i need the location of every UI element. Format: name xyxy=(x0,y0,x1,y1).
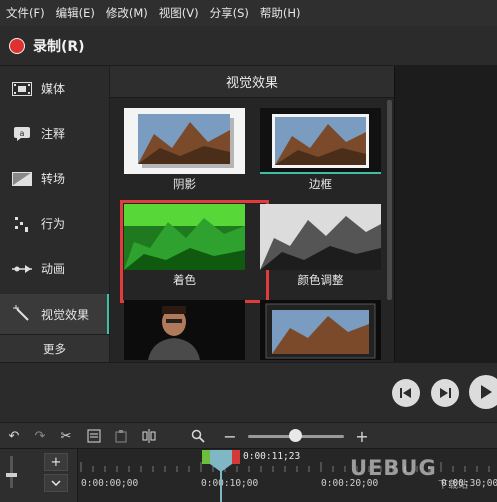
panel-scrollbar[interactable] xyxy=(387,100,392,300)
sidebar-item-animations[interactable]: 动画 xyxy=(0,246,109,291)
sidebar: 媒体 a 注释 转场 行为 动画 视觉效果 更多 xyxy=(0,66,110,362)
track-height-slider[interactable] xyxy=(10,456,13,488)
menu-file[interactable]: 文件(F) xyxy=(6,5,45,21)
sidebar-item-label: 注释 xyxy=(41,127,66,141)
sidebar-item-label: 视觉效果 xyxy=(41,307,90,322)
timeline-toolbar: ↶ ↷ ✂ − + xyxy=(0,422,497,448)
effect-tile-border[interactable]: 边框 xyxy=(260,108,381,193)
sidebar-item-visual-effects[interactable]: 视觉效果 xyxy=(0,294,109,334)
magic-wand-icon xyxy=(11,304,33,324)
sidebar-item-label: 媒体 xyxy=(41,82,66,96)
effect-tile-shadow[interactable]: 阴影 xyxy=(124,108,245,193)
ruler-tick-label: 0:00:00;00 xyxy=(81,478,139,489)
previous-frame-button[interactable] xyxy=(392,379,420,407)
visual-effects-panel: 视觉效果 阴影 边框 着色 颜色调整 xyxy=(110,66,394,362)
undo-icon[interactable]: ↶ xyxy=(6,428,22,444)
player-controls xyxy=(0,362,497,422)
record-bar: 录制(R) xyxy=(0,26,497,66)
color-adjust-thumbnail xyxy=(260,204,381,270)
annotation-icon: a xyxy=(11,124,33,144)
zoom-search-icon[interactable] xyxy=(190,428,206,444)
tile-label: 阴影 xyxy=(173,177,196,191)
paste-icon[interactable] xyxy=(113,428,129,444)
menu-modify[interactable]: 修改(M) xyxy=(106,5,148,21)
menu-share[interactable]: 分享(S) xyxy=(210,5,249,21)
ruler-tick-label: 0:00:10;00 xyxy=(201,478,259,489)
border-thumbnail xyxy=(260,108,381,174)
more-button[interactable]: 更多 xyxy=(0,334,109,362)
zoom-out-icon[interactable]: − xyxy=(222,427,238,446)
transition-icon xyxy=(11,169,33,189)
behavior-icon xyxy=(11,214,33,234)
menu-edit[interactable]: 编辑(E) xyxy=(56,5,95,21)
colorize-thumbnail xyxy=(124,204,245,270)
effect-tile-device-frame[interactable] xyxy=(260,300,381,360)
split-icon[interactable] xyxy=(141,428,157,444)
effect-tile-color-adjust[interactable]: 颜色调整 xyxy=(260,204,381,289)
sidebar-item-label: 行为 xyxy=(41,217,66,231)
zoom-slider-knob[interactable] xyxy=(289,429,302,442)
out-marker[interactable] xyxy=(232,450,240,464)
cut-icon[interactable]: ✂ xyxy=(58,428,74,444)
effect-tile-green-screen[interactable] xyxy=(124,300,245,360)
in-marker[interactable] xyxy=(202,450,210,464)
watermark-logo: UEBUG xyxy=(350,456,437,480)
next-frame-button[interactable] xyxy=(431,379,459,407)
sidebar-item-label: 动画 xyxy=(41,262,66,276)
panel-title: 视觉效果 xyxy=(110,66,394,98)
track-height-knob[interactable] xyxy=(6,473,17,477)
device-thumbnail xyxy=(260,300,381,360)
playhead-time: 0:00:11;23 xyxy=(243,451,301,462)
copy-icon[interactable] xyxy=(86,428,102,444)
sidebar-item-annotations[interactable]: a 注释 xyxy=(0,111,109,156)
film-icon xyxy=(11,79,33,99)
watermark-sub: 下载站 xyxy=(438,480,468,491)
expand-tracks-button[interactable] xyxy=(44,474,68,492)
sidebar-item-media[interactable]: 媒体 xyxy=(0,66,109,111)
record-dot-icon[interactable] xyxy=(9,37,25,54)
playhead-line xyxy=(220,471,222,502)
tile-label: 边框 xyxy=(309,177,332,191)
tile-label: 颜色调整 xyxy=(297,273,344,287)
person-thumbnail xyxy=(124,300,245,360)
menu-bar: 文件(F) 编辑(E) 修改(M) 视图(V) 分享(S) 帮助(H) xyxy=(0,0,497,26)
animation-icon xyxy=(11,259,33,279)
sidebar-item-behaviors[interactable]: 行为 xyxy=(0,201,109,246)
canvas-preview xyxy=(394,66,497,362)
menu-view[interactable]: 视图(V) xyxy=(159,5,199,21)
sidebar-item-label: 转场 xyxy=(41,172,66,186)
track-controls: + xyxy=(0,449,78,502)
redo-icon[interactable]: ↷ xyxy=(32,428,48,444)
effect-tile-colorize[interactable]: 着色 xyxy=(120,200,269,303)
record-button[interactable]: 录制(R) xyxy=(33,36,85,56)
sidebar-item-transitions[interactable]: 转场 xyxy=(0,156,109,201)
play-button[interactable] xyxy=(469,375,497,409)
add-track-button[interactable]: + xyxy=(44,453,68,471)
playhead-handle[interactable] xyxy=(210,450,232,464)
svg-text:a: a xyxy=(20,129,25,138)
zoom-in-icon[interactable]: + xyxy=(354,427,370,446)
shadow-thumbnail xyxy=(124,108,245,174)
menu-help[interactable]: 帮助(H) xyxy=(260,5,301,21)
